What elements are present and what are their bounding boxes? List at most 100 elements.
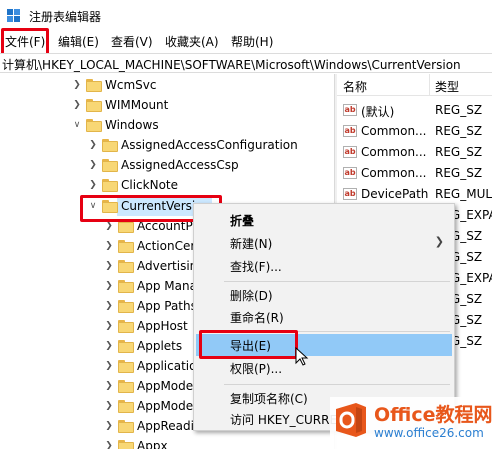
chevron-right-icon[interactable]: ❯ — [72, 80, 82, 90]
chevron-right-icon[interactable]: ❯ — [72, 100, 82, 110]
folder-icon — [118, 420, 134, 433]
menu-item-label: 查找(F)... — [230, 260, 282, 274]
menu-item-label: 新建(N) — [230, 237, 273, 251]
chevron-right-icon[interactable]: ❯ — [88, 140, 98, 150]
tree-item-label: WcmSvc — [105, 78, 157, 92]
chevron-down-icon[interactable]: ∨ — [72, 120, 82, 130]
address-path[interactable]: 计算机\HKEY_LOCAL_MACHINE\SOFTWARE\Microsof… — [2, 56, 461, 73]
chevron-right-icon[interactable]: ❯ — [104, 421, 114, 431]
menu-item-label: 折叠 — [230, 214, 255, 228]
chevron-right-icon[interactable]: ❯ — [88, 160, 98, 170]
folder-icon — [102, 139, 118, 152]
tree-item-label: AssignedAccessConfiguration — [121, 138, 298, 152]
chevron-right-icon[interactable]: ❯ — [104, 401, 114, 411]
chevron-right-icon[interactable]: ❯ — [104, 341, 114, 351]
tree-item-label: AssignedAccessCsp — [121, 158, 239, 172]
folder-icon — [86, 79, 102, 92]
folder-icon — [118, 300, 134, 313]
menu-item-collapse[interactable]: 折叠 — [196, 209, 452, 230]
tree-item-label: Appx — [137, 439, 168, 449]
folder-icon — [118, 440, 134, 449]
folder-open-icon — [86, 119, 102, 132]
chevron-right-icon[interactable]: ❯ — [104, 281, 114, 291]
folder-icon — [118, 280, 134, 293]
address-bar[interactable]: 计算机\HKEY_LOCAL_MACHINE\SOFTWARE\Microsof… — [0, 53, 492, 73]
tree-item-label: Applets — [137, 339, 183, 353]
column-divider[interactable] — [429, 74, 430, 96]
list-header: 名称 类型 — [337, 74, 492, 96]
menu-help[interactable]: 帮助(H) — [231, 33, 273, 50]
menu-item-rename[interactable]: 重命名(R) — [196, 306, 452, 327]
menu-edit[interactable]: 编辑(E) — [58, 33, 99, 50]
string-value-icon: ab — [343, 167, 357, 179]
column-header-type[interactable]: 类型 — [435, 78, 459, 95]
tree-item-label: WIMMount — [105, 98, 169, 112]
value-row[interactable]: ab Common... REG_SZ — [337, 142, 492, 163]
menu-item-delete[interactable]: 删除(D) — [196, 284, 452, 305]
folder-icon — [118, 380, 134, 393]
registry-editor-icon — [7, 9, 20, 22]
value-row[interactable]: ab (默认) REG_SZ — [337, 100, 492, 121]
folder-icon — [118, 340, 134, 353]
string-value-icon: ab — [343, 146, 357, 158]
chevron-right-icon[interactable]: ❯ — [104, 441, 114, 449]
value-name: Common... — [361, 145, 427, 159]
tree-item-label: AppHost — [137, 319, 188, 333]
column-header-name[interactable]: 名称 — [343, 78, 367, 95]
chevron-right-icon[interactable]: ❯ — [104, 221, 114, 231]
tree-item[interactable]: ❯ ClickNote — [0, 176, 334, 196]
tree-item[interactable]: ❯ WIMMount — [0, 96, 334, 116]
folder-icon — [118, 260, 134, 273]
value-type: REG_MUL — [435, 187, 492, 201]
chevron-right-icon[interactable]: ❯ — [104, 301, 114, 311]
watermark: Office教程网 www.office26.com — [330, 397, 492, 449]
chevron-right-icon[interactable]: ❯ — [88, 180, 98, 190]
folder-icon — [118, 320, 134, 333]
chevron-right-icon[interactable]: ❯ — [104, 261, 114, 271]
window-title: 注册表编辑器 — [29, 10, 102, 24]
menu-item-permissions[interactable]: 权限(P)... — [196, 357, 452, 378]
menu-item-label: 重命名(R) — [230, 311, 284, 325]
value-row[interactable]: ab DevicePath REG_MUL — [337, 184, 492, 205]
watermark-brand: Office教程网 — [374, 404, 492, 426]
chevron-right-icon[interactable]: ❯ — [104, 321, 114, 331]
menu-item-label: 权限(P)... — [230, 362, 283, 376]
menu-item-new[interactable]: 新建(N) ❯ — [196, 232, 452, 253]
value-row[interactable]: ab Common... REG_SZ — [337, 163, 492, 184]
menu-item-label: 删除(D) — [230, 289, 273, 303]
string-value-icon: ab — [343, 104, 357, 116]
menu-bar: 文件(F) 编辑(E) 查看(V) 收藏夹(A) 帮助(H) — [0, 30, 492, 52]
office-logo-icon — [336, 403, 366, 437]
value-row[interactable]: ab Common... REG_SZ — [337, 121, 492, 142]
value-type: REG_SZ — [435, 145, 483, 159]
export-highlight-box — [199, 330, 298, 359]
tree-item-label: AppMode — [137, 379, 194, 393]
tree-item[interactable]: ❯ Appx — [0, 437, 334, 449]
menu-separator — [224, 384, 450, 385]
tree-item-label: Applicatio — [137, 359, 197, 373]
value-name: DevicePath — [361, 187, 429, 201]
tree-item[interactable]: ❯ WcmSvc — [0, 76, 334, 96]
folder-icon — [118, 240, 134, 253]
title-bar: 注册表编辑器 — [0, 0, 492, 30]
tree-item-label: App Mana — [137, 279, 197, 293]
submenu-arrow-icon: ❯ — [434, 235, 444, 248]
folder-icon — [102, 179, 118, 192]
tree-item[interactable]: ∨ Windows — [0, 116, 334, 136]
value-name: Common... — [361, 124, 427, 138]
menu-favorites[interactable]: 收藏夹(A) — [165, 33, 219, 50]
chevron-right-icon[interactable]: ❯ — [104, 361, 114, 371]
file-menu-highlight-box — [1, 28, 49, 56]
folder-icon — [86, 99, 102, 112]
tree-item-label: AppMode — [137, 399, 194, 413]
chevron-right-icon[interactable]: ❯ — [104, 381, 114, 391]
tree-item[interactable]: ❯ AssignedAccessCsp — [0, 156, 334, 176]
menu-item-label: 访问 HKEY_CURRE — [230, 413, 338, 427]
tree-item[interactable]: ❯ AssignedAccessConfiguration — [0, 136, 334, 156]
chevron-right-icon[interactable]: ❯ — [104, 241, 114, 251]
mouse-cursor-icon — [295, 347, 309, 366]
tree-item-label: ClickNote — [121, 178, 178, 192]
menu-view[interactable]: 查看(V) — [111, 33, 153, 50]
menu-item-find[interactable]: 查找(F)... — [196, 255, 452, 276]
value-type: REG_SZ — [435, 166, 483, 180]
